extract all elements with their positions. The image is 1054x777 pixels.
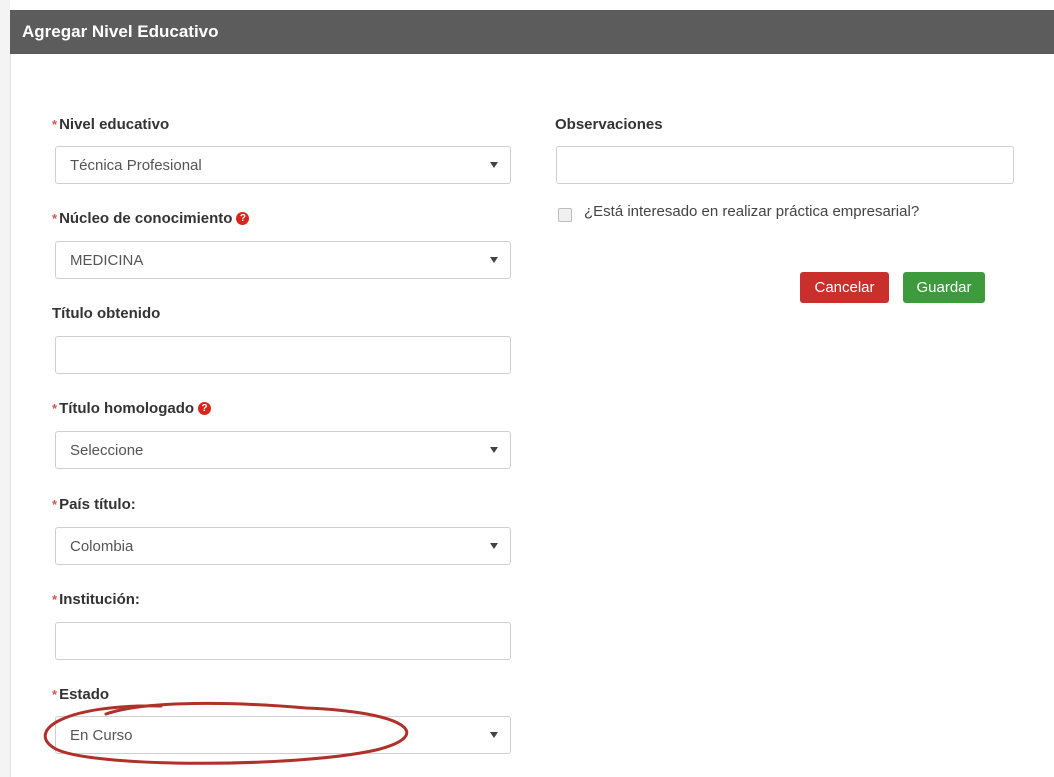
observaciones-input[interactable]: [556, 146, 1014, 184]
cancel-button[interactable]: Cancelar: [800, 272, 889, 303]
left-border: [0, 0, 10, 777]
nucleo-conocimiento-label: * Núcleo de conocimiento ?: [52, 210, 250, 227]
chevron-down-icon: [490, 162, 498, 168]
estado-select[interactable]: En Curso: [55, 716, 511, 754]
chevron-down-icon: [490, 447, 498, 453]
required-marker: *: [52, 592, 58, 607]
required-marker: *: [52, 687, 58, 702]
observaciones-label: Observaciones: [555, 116, 663, 133]
chevron-down-icon: [490, 543, 498, 549]
nivel-educativo-label: * Nivel educativo: [52, 116, 170, 133]
titulo-homologado-label: * Título homologado ?: [52, 400, 212, 417]
required-marker: *: [52, 401, 58, 416]
institucion-input[interactable]: [55, 622, 511, 660]
help-icon[interactable]: ?: [236, 212, 250, 225]
dialog-title: Agregar Nivel Educativo: [22, 22, 219, 41]
chevron-down-icon: [490, 257, 498, 263]
pais-titulo-select[interactable]: Colombia: [55, 527, 511, 565]
nivel-educativo-select[interactable]: Técnica Profesional: [55, 146, 511, 184]
titulo-obtenido-input[interactable]: [55, 336, 511, 374]
nucleo-conocimiento-select[interactable]: MEDICINA: [55, 241, 511, 279]
required-marker: *: [52, 117, 58, 132]
practica-checkbox[interactable]: [558, 208, 572, 222]
titulo-obtenido-label: Título obtenido: [52, 305, 161, 322]
dialog-header: Agregar Nivel Educativo: [10, 10, 1054, 54]
practica-checkbox-label: ¿Está interesado en realizar práctica em…: [584, 203, 920, 220]
estado-label: * Estado: [52, 686, 110, 703]
save-button[interactable]: Guardar: [903, 272, 985, 303]
pais-titulo-label: * País título:: [52, 496, 136, 513]
chevron-down-icon: [490, 732, 498, 738]
required-marker: *: [52, 211, 58, 226]
institucion-label: * Institución:: [52, 591, 140, 608]
help-icon[interactable]: ?: [198, 402, 212, 415]
titulo-homologado-select[interactable]: Seleccione: [55, 431, 511, 469]
required-marker: *: [52, 497, 58, 512]
